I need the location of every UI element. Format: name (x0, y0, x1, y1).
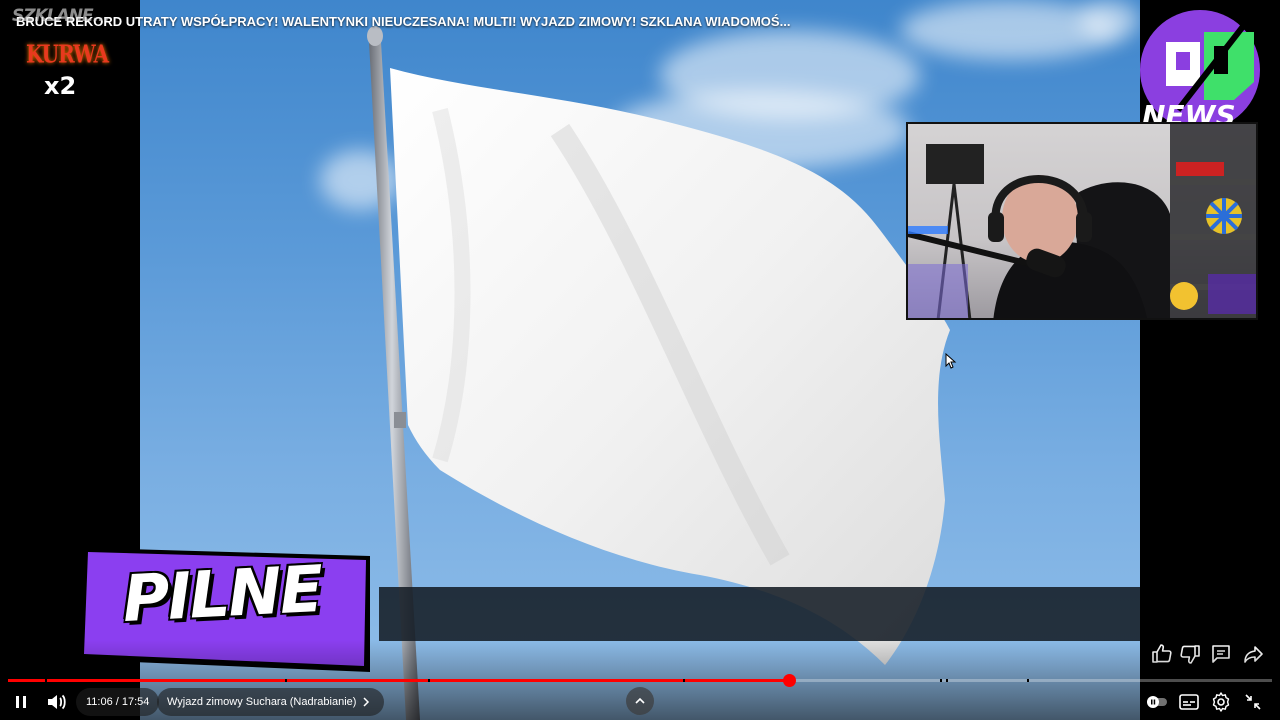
pilne-banner-text: PILNE (120, 552, 324, 638)
watermark-fire-text: KURWA (26, 39, 109, 69)
pole-clamp (394, 412, 406, 428)
chevron-up-icon (635, 697, 645, 704)
channel-watermark-logo: SZKLANE... KURWA x2 (8, 6, 118, 100)
news-ticker-bar (379, 587, 1140, 641)
news-logo-graphic: NEWS (1140, 10, 1260, 132)
pole-finial (367, 26, 383, 46)
chapter-marker (683, 679, 685, 682)
volume-icon (48, 694, 66, 710)
chapter-marker (940, 679, 942, 682)
progress-scrubber[interactable] (783, 674, 796, 687)
mouse-cursor-icon (945, 353, 957, 369)
chapter-marker (45, 679, 47, 682)
time-separator: / (112, 696, 122, 708)
streamer-webcam (908, 124, 1256, 318)
subtitles-button[interactable] (1177, 690, 1201, 714)
progress-played (8, 679, 789, 682)
pause-button[interactable] (9, 690, 33, 714)
autoplay-toggle[interactable] (1145, 690, 1169, 714)
chapter-marker (428, 679, 430, 682)
news-logo: NEWS (1138, 10, 1268, 132)
watermark-brand-text: SZKLANE... (12, 6, 110, 26)
time-total: 17:54 (121, 696, 150, 708)
watermark-multiplier: x2 (44, 72, 77, 100)
webcam-overlay (906, 122, 1258, 320)
autoplay-toggle-icon (1147, 696, 1167, 708)
white-flag (390, 68, 950, 665)
time-display: 11:06 / 17:54 (76, 688, 160, 716)
chapter-marker (285, 679, 287, 682)
expand-up-button[interactable] (626, 687, 654, 715)
chapter-marker (946, 679, 948, 682)
exit-fullscreen-button[interactable] (1241, 690, 1265, 714)
video-title: BRUCE REKORD UTRATY WSPÓŁPRACY! WALENTYN… (16, 14, 791, 29)
chapter-marker (1027, 679, 1029, 682)
subtitles-icon (1179, 694, 1199, 710)
chevron-right-icon (363, 697, 370, 707)
gear-icon (1212, 692, 1230, 712)
pause-icon (16, 696, 26, 708)
volume-button[interactable] (44, 690, 68, 714)
settings-button[interactable] (1209, 690, 1233, 714)
time-current: 11:06 (86, 696, 113, 708)
progress-bar[interactable] (8, 674, 1272, 687)
exit-fullscreen-icon (1245, 694, 1261, 710)
chapter-label: Wyjazd zimowy Suchara (Nadrabianie) (167, 696, 357, 708)
chapter-button[interactable]: Wyjazd zimowy Suchara (Nadrabianie) (157, 688, 385, 716)
